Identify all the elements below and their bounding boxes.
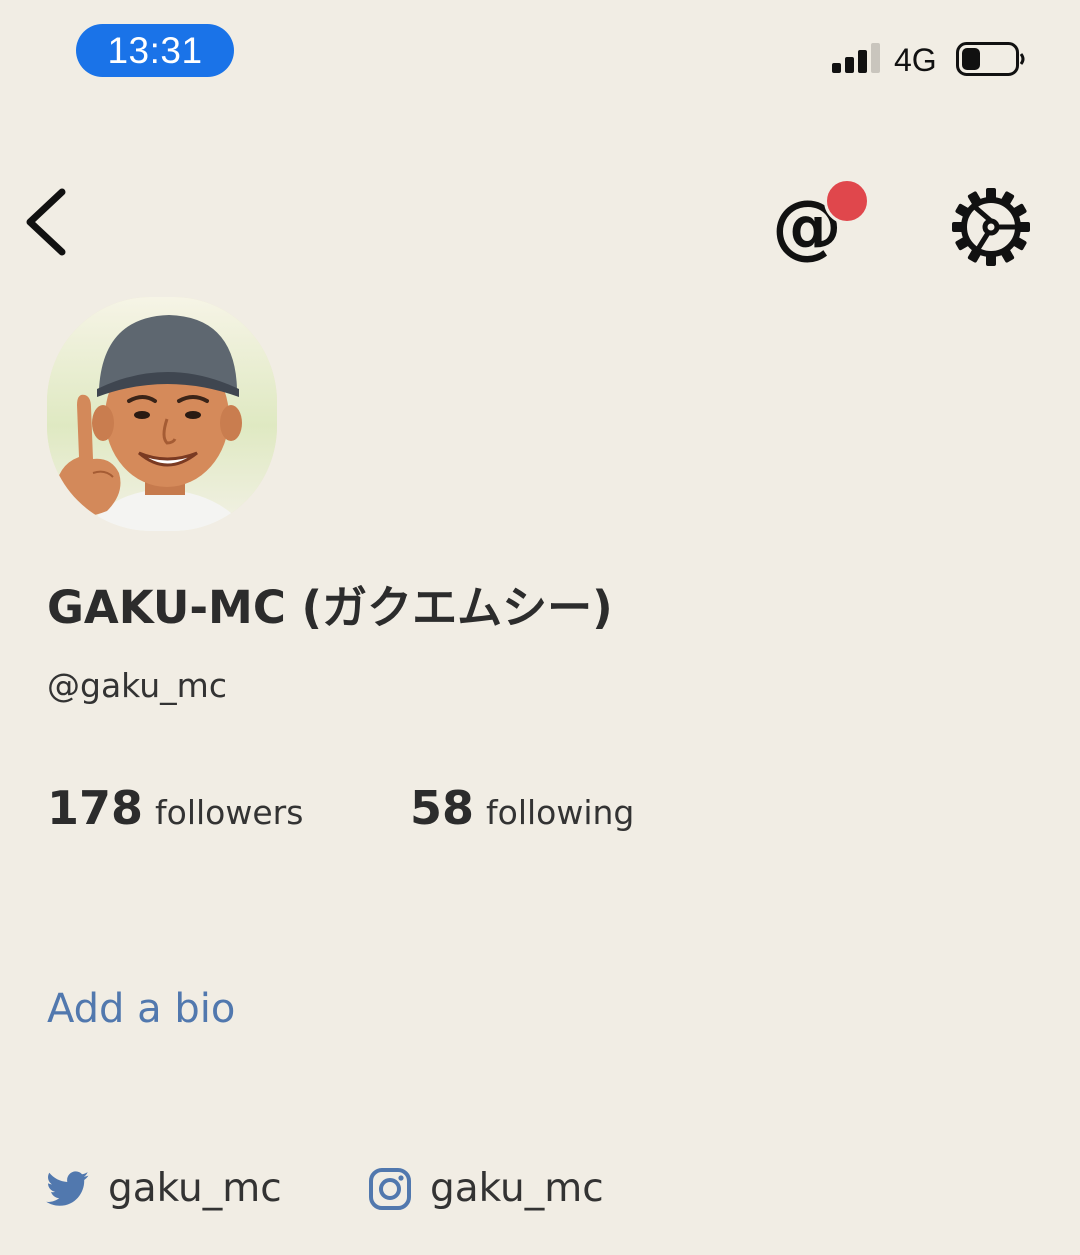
username: @gaku_mc: [47, 666, 227, 705]
following-label: following: [486, 793, 635, 832]
following-stat[interactable]: 58 following: [410, 778, 634, 843]
avatar-photo: [47, 297, 277, 531]
add-bio-link[interactable]: Add a bio: [47, 982, 235, 1036]
mentions-button[interactable]: @: [768, 176, 872, 266]
followers-count: 178: [47, 781, 144, 835]
network-type: 4G: [894, 42, 937, 78]
instagram-handle: gaku_mc: [430, 1166, 604, 1211]
twitter-handle: gaku_mc: [108, 1166, 282, 1211]
following-count: 58: [410, 781, 475, 835]
gear-icon: [952, 188, 1030, 266]
notification-dot: [824, 178, 870, 224]
back-button[interactable]: [18, 180, 78, 264]
twitter-icon: [46, 1171, 89, 1206]
twitter-link[interactable]: gaku_mc: [46, 1162, 282, 1216]
avatar[interactable]: [47, 297, 277, 531]
followers-stat[interactable]: 178 followers: [47, 778, 303, 843]
instagram-link[interactable]: gaku_mc: [368, 1162, 604, 1216]
battery-icon: [956, 42, 1025, 76]
cellular-signal-icon: [832, 43, 880, 73]
display-name: GAKU-MC (ガクエムシー): [47, 581, 613, 634]
settings-button[interactable]: [950, 186, 1032, 268]
chevron-left-icon: [26, 188, 66, 256]
status-time: 13:31: [76, 24, 234, 77]
instagram-icon: [369, 1168, 411, 1210]
followers-label: followers: [155, 793, 304, 832]
